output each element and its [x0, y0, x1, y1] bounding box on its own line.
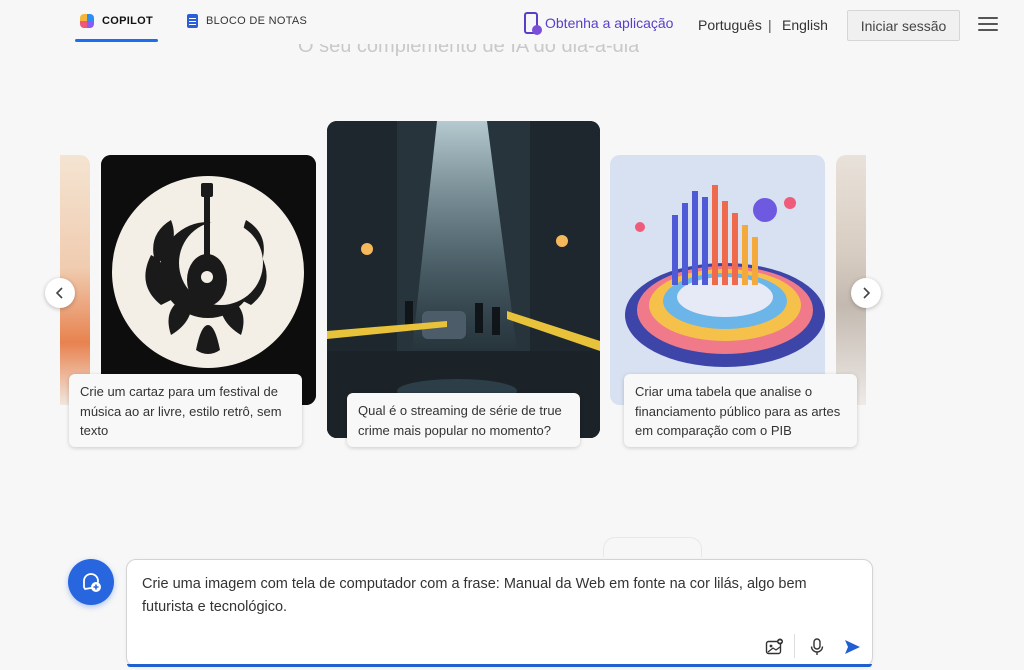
tab-notebook-label: BLOCO DE NOTAS: [206, 15, 308, 27]
tab-copilot[interactable]: COPILOT: [75, 0, 158, 42]
carousel-card-1[interactable]: [101, 155, 316, 405]
language-english[interactable]: English: [782, 17, 828, 33]
crime-scene-alley-icon: [327, 121, 600, 438]
notebook-icon: [187, 14, 198, 28]
carousel-card-2[interactable]: [327, 121, 600, 438]
carousel-next-button[interactable]: [851, 278, 881, 308]
new-topic-button[interactable]: [68, 559, 114, 605]
carousel-caption-1[interactable]: Crie um cartaz para um festival de músic…: [69, 374, 302, 447]
get-app-label: Obtenha a aplicação: [545, 15, 674, 31]
hamburger-menu-icon[interactable]: [978, 17, 998, 31]
microphone-icon: [810, 638, 824, 655]
carousel-previous-button[interactable]: [45, 278, 75, 308]
language-portuguese[interactable]: Português: [698, 17, 762, 33]
get-app-link[interactable]: Obtenha a aplicação: [524, 11, 673, 35]
carousel-card-3[interactable]: [610, 155, 825, 405]
tab-notebook[interactable]: BLOCO DE NOTAS: [187, 0, 307, 42]
top-navigation: COPILOT BLOCO DE NOTAS Obtenha a aplicaç…: [0, 0, 1024, 44]
language-separator: |: [768, 17, 772, 33]
add-image-button[interactable]: [763, 636, 785, 658]
chat-input-text[interactable]: Crie uma imagem com tela de computador c…: [142, 573, 857, 619]
phone-icon: [524, 12, 542, 35]
page-subtitle-text: O seu complemento de IA do dia-a-dia: [298, 44, 640, 57]
image-add-icon: [765, 638, 783, 655]
new-chat-icon: [83, 573, 101, 592]
toolbar-divider: [794, 634, 795, 658]
tab-copilot-label: COPILOT: [102, 15, 153, 27]
chat-input[interactable]: Crie uma imagem com tela de computador c…: [126, 559, 873, 667]
chevron-right-icon: [863, 287, 871, 299]
sign-in-button[interactable]: Iniciar sessão: [847, 10, 960, 41]
voice-input-button[interactable]: [806, 636, 828, 658]
send-button[interactable]: [841, 636, 863, 658]
suggestion-carousel: Crie um cartaz para um festival de músic…: [60, 120, 866, 460]
copilot-logo-icon: [80, 14, 94, 28]
carousel-caption-3[interactable]: Criar uma tabela que analise o financiam…: [624, 374, 857, 447]
guitar-moon-poster-icon: [101, 155, 316, 405]
3d-data-chart-icon: [610, 155, 825, 405]
chevron-left-icon: [55, 287, 63, 299]
send-icon: [845, 640, 860, 654]
carousel-caption-2[interactable]: Qual é o streaming de série de true crim…: [347, 393, 580, 447]
page-subtitle: O seu complemento de IA do dia-a-dia: [298, 44, 639, 68]
suggestion-pill-partial: [603, 537, 702, 557]
